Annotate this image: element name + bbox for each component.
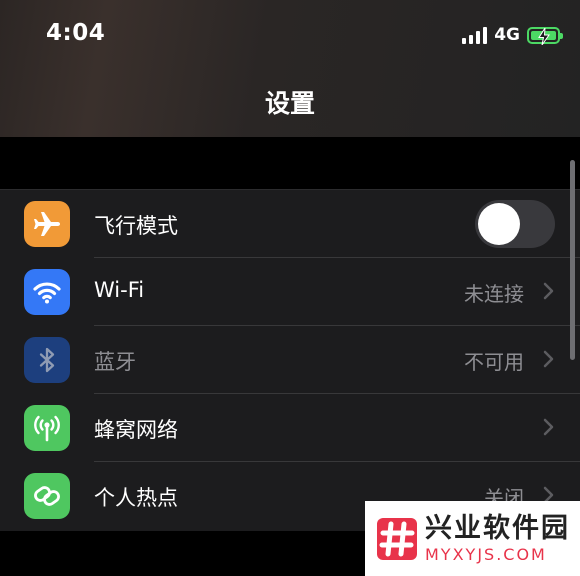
navigation-header: 4:04 4G 设置 — [0, 0, 580, 137]
wifi-label: Wi-Fi — [94, 278, 145, 302]
wifi-icon — [24, 269, 70, 315]
wifi-status: 未连接 — [464, 282, 524, 306]
airplane-mode-label: 飞行模式 — [94, 214, 178, 238]
hotspot-chain-icon — [24, 473, 70, 519]
airplane-mode-toggle[interactable] — [475, 200, 555, 248]
cellular-antenna-icon — [24, 405, 70, 451]
settings-group: 飞行模式 Wi-Fi 未连接 蓝牙 不可用 蜂窝网络 个人热点 关闭 — [0, 189, 580, 531]
scroll-indicator[interactable] — [570, 160, 575, 360]
cellular-label: 蜂窝网络 — [94, 418, 178, 442]
watermark-url: MYXYJS.COM — [425, 544, 547, 564]
wifi-row[interactable]: Wi-Fi 未连接 — [0, 258, 580, 326]
airplane-icon — [24, 201, 70, 247]
chevron-right-icon — [543, 350, 554, 368]
status-indicators: 4G — [462, 22, 563, 48]
site-watermark: 兴业软件园 MYXYJS.COM — [365, 501, 580, 576]
cellular-row[interactable]: 蜂窝网络 — [0, 394, 580, 462]
status-time: 4:04 — [46, 20, 106, 46]
chevron-right-icon — [543, 282, 554, 300]
watermark-title: 兴业软件园 — [425, 512, 570, 544]
bluetooth-label: 蓝牙 — [94, 350, 136, 374]
cellular-signal-icon — [462, 26, 488, 44]
bluetooth-row[interactable]: 蓝牙 不可用 — [0, 326, 580, 394]
chevron-right-icon — [543, 418, 554, 436]
personal-hotspot-label: 个人热点 — [94, 486, 178, 510]
airplane-mode-row[interactable]: 飞行模式 — [0, 190, 580, 258]
bluetooth-icon — [24, 337, 70, 383]
hash-logo-icon — [377, 517, 417, 560]
bluetooth-status: 不可用 — [464, 350, 524, 374]
battery-charging-icon — [527, 26, 563, 45]
network-type: 4G — [494, 25, 520, 45]
toggle-knob — [478, 203, 520, 245]
page-title: 设置 — [264, 89, 315, 118]
